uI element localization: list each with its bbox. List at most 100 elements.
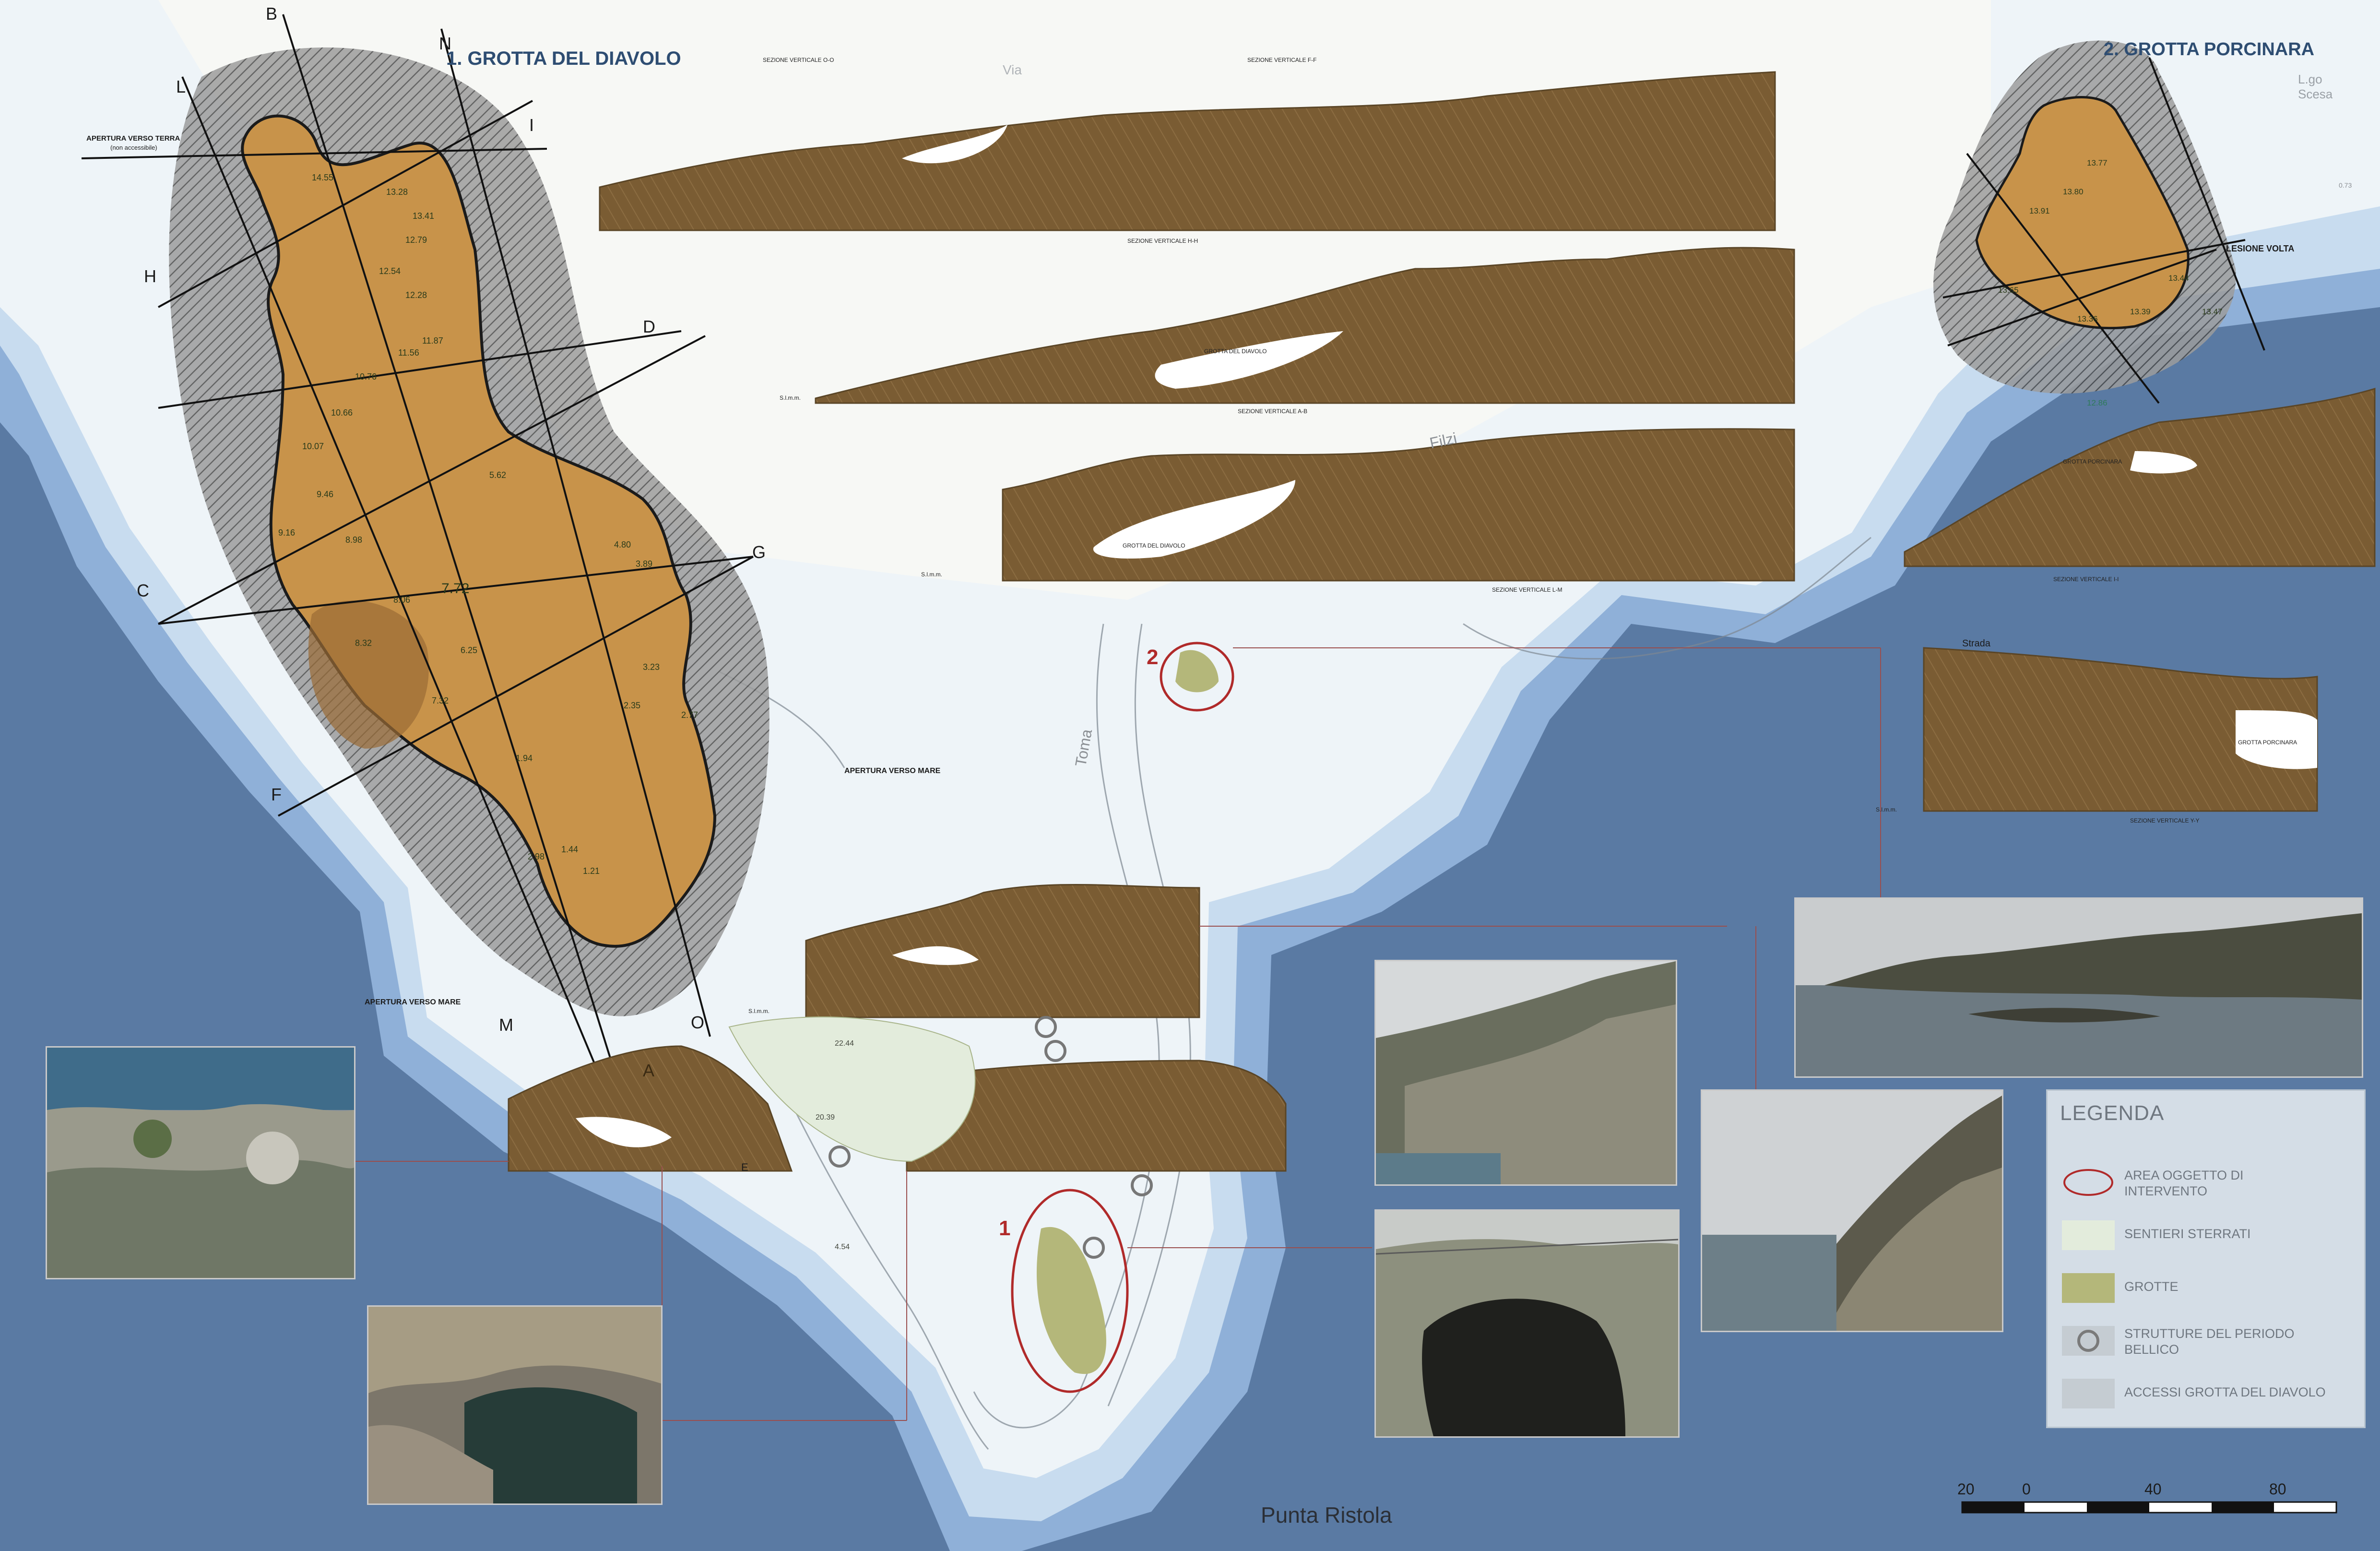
legend-label: GROTTE — [2124, 1279, 2179, 1294]
street-via: Via — [1003, 62, 1022, 77]
spot-height: 13.65 — [1998, 286, 2019, 295]
spot-height: 22.44 — [835, 1039, 854, 1048]
spot-height: 1.21 — [583, 866, 600, 876]
section-letter-g: G — [752, 542, 766, 562]
lesione-volta-label: LESIONE VOLTA — [2226, 244, 2295, 253]
legend-swatch-accessi — [2062, 1379, 2115, 1408]
spot-height: 13.28 — [386, 187, 408, 197]
legend-swatch-grotte — [2062, 1273, 2115, 1303]
legend-label: STRUTTURE DEL PERIODO BELLICO — [2124, 1326, 2295, 1357]
legend-item-strutture: STRUTTURE DEL PERIODO BELLICO — [2062, 1321, 2359, 1364]
photo-coast-rocks — [46, 1046, 355, 1279]
street-largo: L.go Scesa — [2298, 72, 2333, 101]
section-letter-b: B — [266, 4, 278, 24]
site-marker-1: 1 — [999, 1217, 1011, 1240]
section-letter-l: L — [176, 77, 186, 96]
apertura-mare-label-2: APERTURA VERSO MARE — [365, 998, 461, 1006]
photo-cliffs-1 — [1374, 960, 1677, 1186]
scale-tick-20: 20 — [1957, 1480, 1975, 1498]
spot-height: 8.06 — [393, 595, 411, 605]
spot-height: 11.56 — [398, 348, 419, 358]
section-letter-m: M — [499, 1015, 513, 1035]
cave2-title: 2. GROTTA PORCINARA — [2104, 39, 2315, 60]
spot-height: 13.36 — [2077, 314, 2098, 323]
spot-height: 13.39 — [2130, 307, 2151, 316]
spot-height: 14.55 — [312, 173, 334, 182]
spot-height: 4.80 — [614, 540, 631, 549]
spot-height: 0.73 — [2339, 181, 2352, 189]
spot-height: 12.54 — [379, 266, 401, 276]
scale-tick-40: 40 — [2144, 1480, 2162, 1498]
spot-height: 10.07 — [302, 441, 324, 451]
section-letter-c: C — [137, 581, 149, 600]
scale-tick-80: 80 — [2269, 1480, 2286, 1498]
legend-label: ACCESSI GROTTA DEL DIAVOLO — [2124, 1385, 2326, 1399]
spot-height: 7.72 — [441, 581, 470, 597]
scale-tick-0: 0 — [2022, 1480, 2031, 1498]
section-cave-label-2: GROTTA DEL DIAVOLO — [1123, 542, 1185, 549]
place-name-label: Punta Ristola — [1261, 1503, 1392, 1527]
spot-height: 1.44 — [561, 845, 579, 854]
scale-bar — [1961, 1501, 2337, 1514]
apertura-terra-note: (non accessibile) — [110, 144, 157, 151]
map-stage: 1. GROTTA DEL DIAVOLO 2. GROTTA PORCINAR… — [0, 0, 2380, 1551]
section-title-6: SEZIONE VERTICALE I-I — [2053, 576, 2119, 583]
spot-height: 13.41 — [413, 211, 435, 221]
spot-height: 3.23 — [643, 662, 660, 672]
section-letter-n: N — [439, 34, 451, 53]
legend-title: LEGENDA — [2060, 1101, 2165, 1125]
section-title-4: SEZIONE VERTICALE A-B — [1238, 408, 1308, 415]
spot-height: 10.66 — [331, 408, 353, 418]
section-title-3: SEZIONE VERTICALE H-H — [1127, 238, 1198, 244]
section-letter-a: A — [643, 1061, 655, 1080]
section-title-1: SEZIONE VERTICALE O-O — [763, 57, 834, 63]
slm-label-3: S.l.m.m. — [1876, 806, 1897, 813]
spot-height: 13.77 — [2087, 158, 2108, 167]
photo-coastline-panorama — [1794, 897, 2363, 1078]
section-letter-i: I — [529, 115, 534, 135]
spot-height: 8.32 — [355, 638, 372, 648]
section-letter-e: E — [741, 1161, 748, 1173]
cave1-title: 1. GROTTA DEL DIAVOLO — [446, 48, 681, 69]
spot-height: 1.94 — [516, 753, 533, 763]
legend-label: AREA OGGETTO DI INTERVENTO — [2124, 1168, 2244, 1198]
spot-height: 2.35 — [624, 701, 641, 710]
spot-height: 2.77 — [681, 710, 699, 720]
section-letter-f: F — [271, 785, 282, 804]
slm-label-1: S.l.m.m. — [780, 394, 801, 401]
strada-label: Strada — [1962, 638, 1990, 649]
legend-swatch-sentieri — [2062, 1220, 2115, 1250]
spot-height: 7.32 — [432, 696, 449, 705]
spot-height: 13.44 — [2168, 274, 2189, 283]
legend-item-accessi: ACCESSI GROTTA DEL DIAVOLO — [2062, 1374, 2359, 1417]
spot-height: 6.25 — [461, 645, 478, 655]
spot-height: 9.16 — [278, 528, 296, 537]
spot-height: 8.98 — [345, 535, 363, 545]
spot-height: 5.62 — [489, 470, 507, 480]
slm-label-4: S.l.m.m. — [748, 1008, 770, 1014]
section-title-7: SEZIONE VERTICALE Y-Y — [2130, 817, 2200, 824]
spot-height: 12.79 — [405, 235, 427, 245]
spot-height: 11.87 — [422, 336, 443, 346]
war-structure-ring-icon — [2062, 1326, 2115, 1356]
apertura-terra-label: APERTURA VERSO TERRA — [86, 134, 180, 143]
photo-cave-interior — [367, 1305, 663, 1505]
spot-height: 13.47 — [2202, 307, 2223, 316]
intervention-ellipse-icon — [2063, 1169, 2113, 1196]
spot-height: 4.54 — [835, 1243, 850, 1251]
section-letter-h: H — [144, 266, 156, 286]
legend-panel: LEGENDA AREA OGGETTO DI INTERVENTO SENTI… — [2046, 1089, 2366, 1428]
spot-height: 2.98 — [528, 852, 545, 861]
spot-height: 13.91 — [2029, 206, 2050, 215]
spot-height: 12.28 — [405, 290, 427, 300]
spot-height: 9.46 — [317, 489, 334, 499]
section-cave-label-3: GROTTA PORCINARA — [2063, 458, 2122, 465]
slm-label-2: S.l.m.m. — [921, 571, 942, 578]
legend-item-sentieri: SENTIERI STERRATI — [2062, 1216, 2359, 1259]
spot-height: 12.86 — [2087, 398, 2108, 407]
site-marker-2: 2 — [1147, 645, 1159, 669]
section-letter-d: D — [643, 317, 655, 336]
legend-item-grotte: GROTTE — [2062, 1268, 2359, 1312]
section-letter-o: O — [691, 1013, 705, 1032]
spot-height: 13.80 — [2063, 187, 2084, 196]
